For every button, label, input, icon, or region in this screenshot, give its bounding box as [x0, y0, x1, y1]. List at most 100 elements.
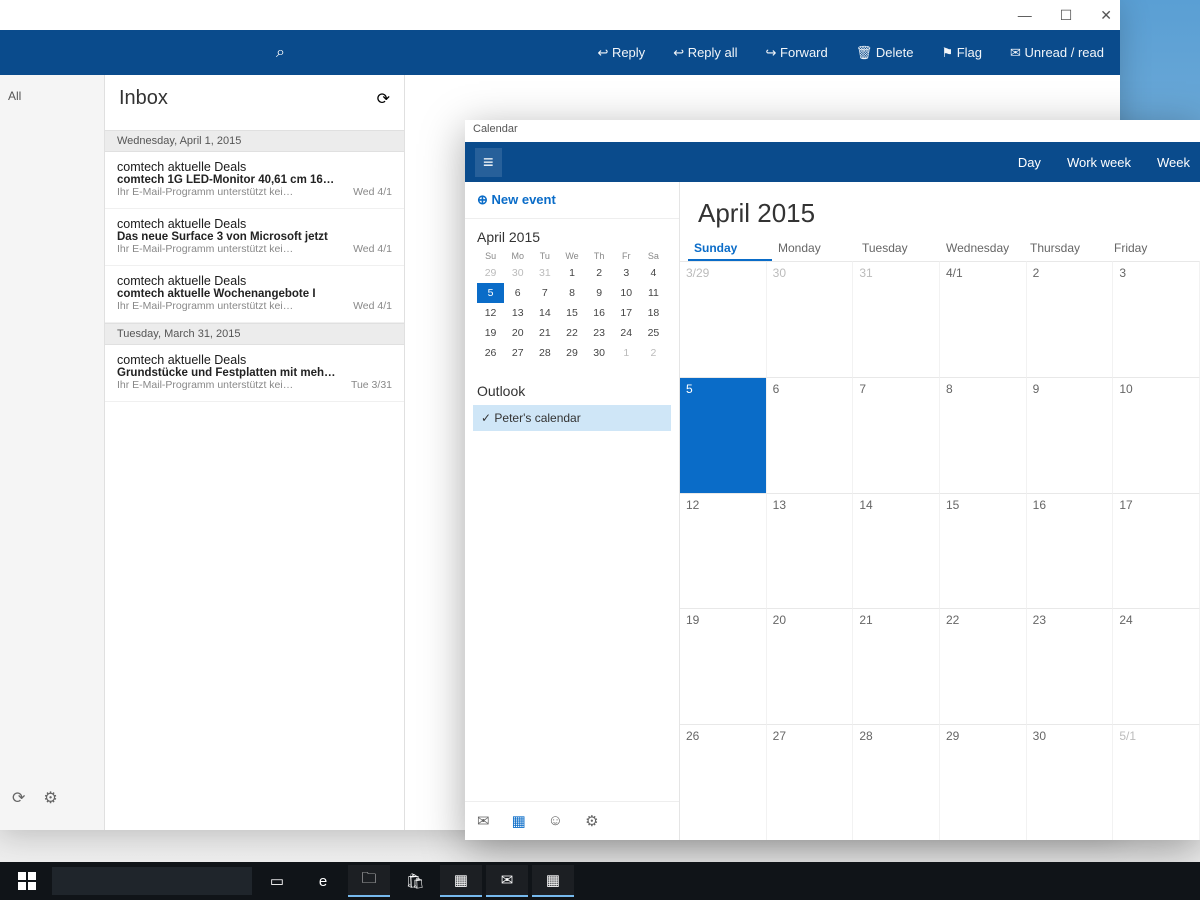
taskbar-store[interactable]: 🛍	[394, 865, 436, 897]
mini-day[interactable]: 9	[586, 283, 613, 303]
mini-day[interactable]: 31	[531, 263, 558, 283]
mini-day[interactable]: 6	[504, 283, 531, 303]
calendar-list-item[interactable]: ✓ Peter's calendar	[473, 405, 671, 431]
mini-day[interactable]: 28	[531, 343, 558, 363]
mini-day[interactable]: 18	[640, 303, 667, 323]
mini-day[interactable]: 10	[613, 283, 640, 303]
mini-day[interactable]: 1	[558, 263, 585, 283]
calendar-day[interactable]: 5/1	[1113, 724, 1200, 840]
calendar-day[interactable]: 22	[940, 608, 1027, 724]
calendar-day[interactable]: 24	[1113, 608, 1200, 724]
mini-day[interactable]: 22	[558, 323, 585, 343]
calendar-day[interactable]: 5	[680, 377, 767, 493]
delete-button[interactable]: 🗑 Delete	[856, 45, 914, 61]
taskbar-search[interactable]	[52, 867, 252, 895]
mini-day[interactable]: 12	[477, 303, 504, 323]
taskbar-calendar[interactable]: ▦	[532, 865, 574, 897]
calendar-day[interactable]: 4/1	[940, 261, 1027, 377]
settings-icon[interactable]: ⚙	[585, 812, 598, 830]
mail-item[interactable]: comtech aktuelle Deals comtech aktuelle …	[105, 266, 404, 323]
calendar-day[interactable]: 3	[1113, 261, 1200, 377]
taskbar-app1[interactable]: ▦	[440, 865, 482, 897]
mini-day[interactable]: 27	[504, 343, 531, 363]
maximize-button[interactable]: ☐	[1060, 7, 1073, 24]
sync-icon[interactable]: ⟳	[12, 788, 25, 808]
minimize-button[interactable]: —	[1018, 7, 1032, 23]
mark-unread-button[interactable]: ✉ Unread / read	[1010, 45, 1104, 61]
mini-day[interactable]: 5	[477, 283, 504, 303]
taskbar-edge[interactable]: e	[302, 865, 344, 897]
mini-day[interactable]: 4	[640, 263, 667, 283]
people-icon[interactable]: ☺	[548, 812, 563, 830]
mini-day[interactable]: 24	[613, 323, 640, 343]
settings-icon[interactable]: ⚙	[43, 788, 57, 808]
view-workweek[interactable]: Work week	[1067, 155, 1131, 170]
mail-item[interactable]: comtech aktuelle Deals comtech 1G LED-Mo…	[105, 152, 404, 209]
calendar-day[interactable]: 26	[680, 724, 767, 840]
mini-day[interactable]: 3	[613, 263, 640, 283]
mail-item[interactable]: comtech aktuelle Deals Grundstücke und F…	[105, 345, 404, 402]
mini-day[interactable]: 23	[586, 323, 613, 343]
hamburger-icon[interactable]: ≡	[475, 148, 502, 177]
calendar-day[interactable]: 8	[940, 377, 1027, 493]
calendar-day[interactable]: 3/29	[680, 261, 767, 377]
calendar-day[interactable]: 9	[1027, 377, 1114, 493]
mini-day[interactable]: 1	[613, 343, 640, 363]
mini-day[interactable]: 26	[477, 343, 504, 363]
forward-button[interactable]: ↪ Forward	[766, 45, 828, 61]
calendar-day[interactable]: 12	[680, 493, 767, 609]
mini-day[interactable]: 7	[531, 283, 558, 303]
view-day[interactable]: Day	[1018, 155, 1041, 170]
calendar-day[interactable]: 2	[1027, 261, 1114, 377]
reply-button[interactable]: ↩ Reply	[597, 45, 645, 61]
calendar-day[interactable]: 16	[1027, 493, 1114, 609]
mini-day[interactable]: 8	[558, 283, 585, 303]
calendar-day[interactable]: 30	[1027, 724, 1114, 840]
taskbar-start[interactable]	[6, 865, 48, 897]
mini-day[interactable]: 20	[504, 323, 531, 343]
taskbar-task-view[interactable]: ▭	[256, 865, 298, 897]
calendar-day[interactable]: 19	[680, 608, 767, 724]
folder-all[interactable]: All	[8, 89, 96, 780]
taskbar-explorer[interactable]: 🗀	[348, 865, 390, 897]
reply-all-button[interactable]: ↩ Reply all	[673, 45, 737, 61]
mini-day[interactable]: 13	[504, 303, 531, 323]
mini-day[interactable]: 30	[504, 263, 531, 283]
mini-day[interactable]: 19	[477, 323, 504, 343]
calendar-icon[interactable]: ▦	[512, 812, 526, 830]
calendar-day[interactable]: 10	[1113, 377, 1200, 493]
mini-day[interactable]: 2	[640, 343, 667, 363]
refresh-icon[interactable]: ⟳	[377, 89, 390, 109]
mini-day[interactable]: 15	[558, 303, 585, 323]
close-button[interactable]: ✕	[1100, 7, 1112, 24]
flag-button[interactable]: ⚑ Flag	[941, 45, 982, 61]
calendar-day[interactable]: 31	[853, 261, 940, 377]
calendar-day[interactable]: 13	[767, 493, 854, 609]
calendar-day[interactable]: 20	[767, 608, 854, 724]
calendar-day[interactable]: 7	[853, 377, 940, 493]
taskbar-mail[interactable]: ✉	[486, 865, 528, 897]
mini-day[interactable]: 17	[613, 303, 640, 323]
mini-day[interactable]: 25	[640, 323, 667, 343]
calendar-day[interactable]: 28	[853, 724, 940, 840]
calendar-day[interactable]: 15	[940, 493, 1027, 609]
calendar-day[interactable]: 17	[1113, 493, 1200, 609]
mini-day[interactable]: 11	[640, 283, 667, 303]
mini-day[interactable]: 30	[586, 343, 613, 363]
mini-day[interactable]: 14	[531, 303, 558, 323]
mail-item[interactable]: comtech aktuelle Deals Das neue Surface …	[105, 209, 404, 266]
mini-day[interactable]: 29	[477, 263, 504, 283]
mini-day[interactable]: 16	[586, 303, 613, 323]
view-week[interactable]: Week	[1157, 155, 1190, 170]
calendar-day[interactable]: 6	[767, 377, 854, 493]
mini-day[interactable]: 21	[531, 323, 558, 343]
calendar-day[interactable]: 29	[940, 724, 1027, 840]
calendar-day[interactable]: 21	[853, 608, 940, 724]
calendar-day[interactable]: 30	[767, 261, 854, 377]
mini-day[interactable]: 29	[558, 343, 585, 363]
new-event-button[interactable]: ⊕ New event	[465, 182, 679, 219]
search-icon[interactable]: ⌕	[276, 44, 285, 62]
calendar-day[interactable]: 23	[1027, 608, 1114, 724]
mail-icon[interactable]: ✉	[477, 812, 490, 830]
calendar-day[interactable]: 14	[853, 493, 940, 609]
